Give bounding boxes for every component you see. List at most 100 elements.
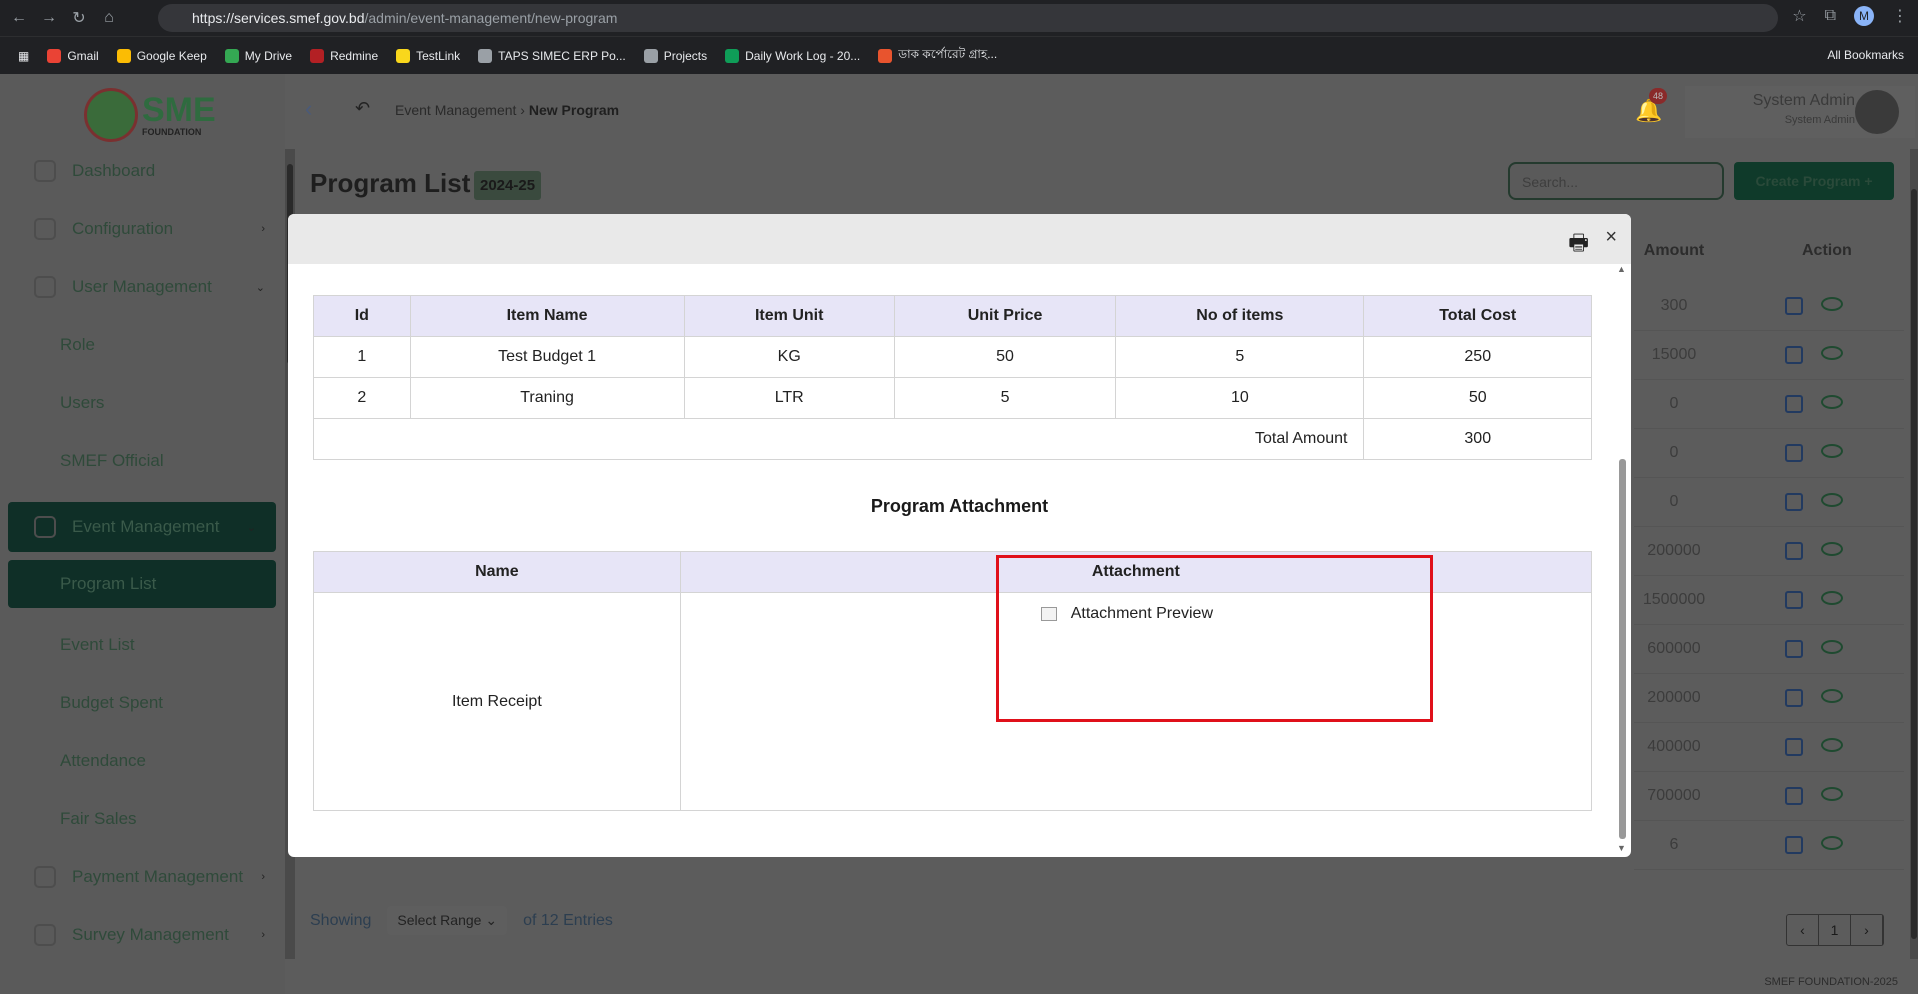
collapse-sidebar-icon[interactable]: ‹ <box>305 96 312 122</box>
next-page-icon[interactable]: › <box>1851 915 1883 945</box>
amount-cell: 300 <box>1660 297 1688 314</box>
sidebar-item-payment-management[interactable]: Payment Management › <box>0 854 285 900</box>
total-amount-label: Total Amount <box>312 418 1365 460</box>
create-program-button[interactable]: Create Program + <box>1734 162 1894 200</box>
prev-page-icon[interactable]: ‹ <box>1787 915 1819 945</box>
sidebar-item-smef-official[interactable]: SMEF Official <box>0 438 285 484</box>
address-bar[interactable]: https://services.smef.gov.bd/admin/event… <box>158 4 1778 32</box>
sidebar-item-survey-management[interactable]: Survey Management › <box>0 912 285 958</box>
select-range-label: Select Range <box>397 912 482 928</box>
eye-icon[interactable] <box>1821 787 1843 801</box>
reload-icon[interactable]: ↻ <box>68 7 90 29</box>
sidebar-item-configuration[interactable]: Configuration › <box>0 206 285 252</box>
smef-logo: SME FOUNDATION <box>84 88 216 142</box>
column-header: Id <box>313 295 411 337</box>
all-bookmarks[interactable]: All Bookmarks <box>1827 48 1904 62</box>
sidebar-item-attendance[interactable]: Attendance <box>0 738 285 784</box>
user-icon <box>34 276 56 298</box>
eye-icon[interactable] <box>1821 493 1843 507</box>
eye-icon[interactable] <box>1821 689 1843 703</box>
edit-icon[interactable] <box>1785 738 1803 756</box>
eye-icon[interactable] <box>1821 346 1843 360</box>
home-icon[interactable]: ⌂ <box>98 7 120 29</box>
bookmark-item[interactable]: Daily Work Log - 20... <box>725 48 860 63</box>
eye-icon[interactable] <box>1821 395 1843 409</box>
scrollbar-thumb[interactable] <box>1619 459 1626 839</box>
edit-icon[interactable] <box>1785 346 1803 364</box>
close-icon[interactable]: × <box>1605 226 1617 249</box>
sidebar-item-user-management[interactable]: User Management ⌄ <box>0 264 285 310</box>
bookmark-icon <box>396 48 411 63</box>
profile-avatar[interactable]: M <box>1854 6 1874 26</box>
menu-icon[interactable]: ⋮ <box>1892 6 1908 26</box>
amount-cell: 0 <box>1669 493 1679 510</box>
edit-icon[interactable] <box>1785 689 1803 707</box>
modal-scrollbar[interactable]: ▲ ▼ <box>1617 264 1627 857</box>
print-icon[interactable]: 🖶 <box>1568 226 1589 264</box>
page-scrollbar[interactable] <box>1910 149 1918 959</box>
showing-label: Showing <box>310 911 372 929</box>
scrollbar-thumb[interactable] <box>1911 189 1917 939</box>
bookmark-item[interactable]: Projects <box>643 48 707 63</box>
edit-icon[interactable] <box>1785 542 1803 560</box>
page-number[interactable]: 1 <box>1819 915 1851 945</box>
eye-icon[interactable] <box>1821 836 1843 850</box>
bookmark-item[interactable]: Google Keep <box>116 48 207 63</box>
select-range-dropdown[interactable]: Select Range ⌄ <box>387 906 508 935</box>
bookmark-item[interactable]: Gmail <box>47 48 99 63</box>
bookmark-item[interactable]: TAPS SIMEC ERP Po... <box>478 48 626 63</box>
table-row: 1 Test Budget 1 KG 50 5 250 <box>313 336 1592 378</box>
edit-icon[interactable] <box>1785 591 1803 609</box>
table-cell: 5 <box>1115 336 1365 378</box>
bookmark-item[interactable]: ডাক কর্পোরেট গ্রাহ... <box>878 46 997 66</box>
program-table: Amount Action 300 15000 0 0 0 200000 1500000 60… <box>1634 242 1904 870</box>
undo-back-icon[interactable]: ↶ <box>355 98 370 119</box>
sidebar-item-program-list[interactable]: Program List <box>8 560 276 608</box>
back-arrow-icon[interactable]: ← <box>8 7 30 29</box>
sidebar-item-budget-spent[interactable]: Budget Spent <box>0 680 285 726</box>
sidebar-item-label: Configuration <box>72 219 174 238</box>
edit-icon[interactable] <box>1785 836 1803 854</box>
star-icon[interactable]: ☆ <box>1792 6 1806 26</box>
sidebar-item-fair-sales[interactable]: Fair Sales <box>0 796 285 842</box>
table-row: 700000 <box>1634 772 1904 821</box>
extensions-icon[interactable]: ⧉ <box>1825 7 1836 25</box>
attachment-preview-image[interactable]: Attachment Preview <box>1040 605 1213 623</box>
forward-arrow-icon[interactable]: → <box>38 7 60 29</box>
edit-icon[interactable] <box>1785 395 1803 413</box>
edit-icon[interactable] <box>1785 640 1803 658</box>
bookmark-item[interactable]: My Drive <box>224 48 292 63</box>
edit-icon[interactable] <box>1785 444 1803 462</box>
eye-icon[interactable] <box>1821 444 1843 458</box>
eye-icon[interactable] <box>1821 738 1843 752</box>
scroll-up-icon[interactable]: ▲ <box>1617 264 1626 274</box>
bookmark-item[interactable]: Redmine <box>310 48 378 63</box>
url-base: https://services.smef.gov.bd <box>192 10 365 26</box>
eye-icon[interactable] <box>1821 297 1843 311</box>
sidebar-item-event-management[interactable]: Event Management ⌄ <box>8 502 276 552</box>
scroll-down-icon[interactable]: ▼ <box>1617 843 1626 853</box>
action-cell <box>1754 444 1874 462</box>
eye-icon[interactable] <box>1821 591 1843 605</box>
edit-icon[interactable] <box>1785 493 1803 511</box>
action-cell <box>1754 787 1874 805</box>
sidebar-item-event-list[interactable]: Event List <box>0 622 285 668</box>
search-input[interactable]: Search... <box>1508 162 1724 200</box>
user-menu[interactable]: System Admin System Admin <box>1685 86 1915 138</box>
edit-icon[interactable] <box>1785 297 1803 315</box>
eye-icon[interactable] <box>1821 542 1843 556</box>
bookmark-label: Google Keep <box>136 48 207 63</box>
bookmark-item[interactable]: TestLink <box>396 48 460 63</box>
all-bookmarks-label: All Bookmarks <box>1827 48 1904 62</box>
page-title: Program List <box>310 168 471 198</box>
table-cell: Traning <box>409 377 685 419</box>
sidebar-item-role[interactable]: Role <box>0 322 285 368</box>
sidebar-item-users[interactable]: Users <box>0 380 285 426</box>
eye-icon[interactable] <box>1821 640 1843 654</box>
dashboard-icon <box>34 160 56 182</box>
sidebar-item-dashboard[interactable]: Dashboard <box>0 148 285 194</box>
breadcrumb-parent[interactable]: Event Management <box>395 102 516 118</box>
edit-icon[interactable] <box>1785 787 1803 805</box>
apps-icon[interactable]: ▦ <box>18 49 29 63</box>
action-cell <box>1754 689 1874 707</box>
